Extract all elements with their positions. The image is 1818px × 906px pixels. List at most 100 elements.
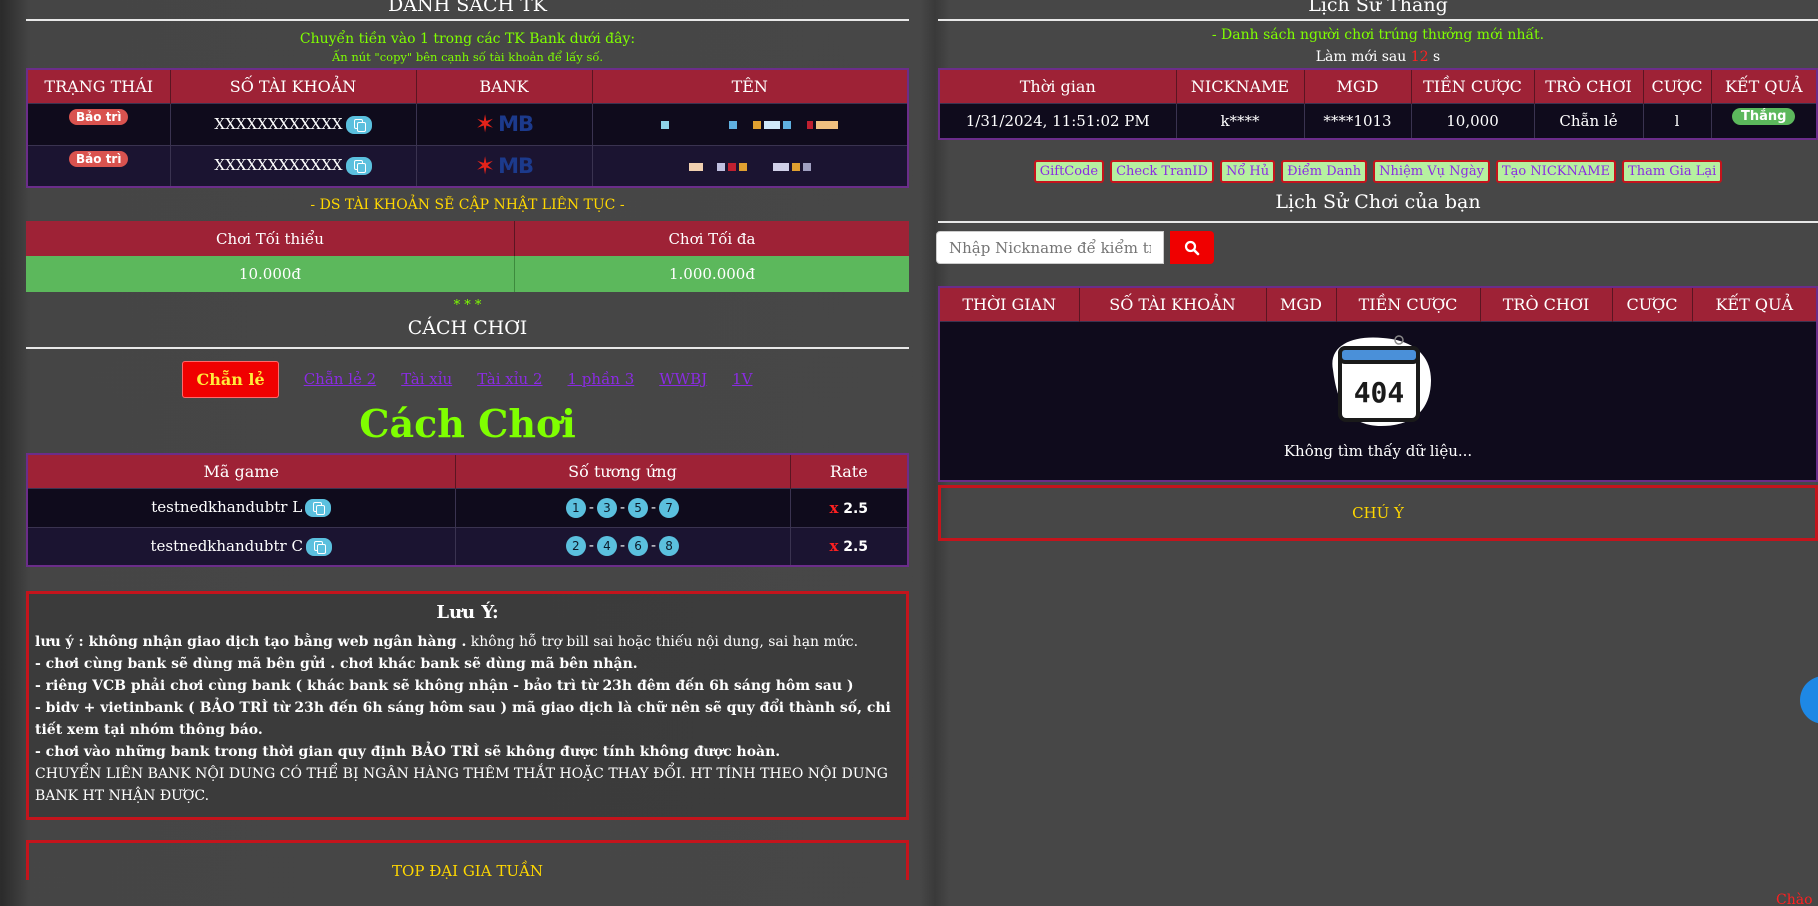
top-title: TOP ĐẠI GIA TUẦN (392, 862, 543, 880)
win-time: 1/31/2024, 11:51:02 PM (939, 102, 1177, 139)
col-account-number: SỐ TÀI KHOẢN (170, 69, 417, 103)
max-bet-value: 1.000.000đ (514, 256, 909, 292)
win-mgd: ****1013 (1304, 102, 1412, 139)
tab-chan-le-2[interactable]: Chẵn lẻ 2 (304, 370, 377, 388)
copy-icon[interactable] (345, 157, 372, 176)
table-row: 1/31/2024, 11:51:02 PM k**** ****1013 10… (939, 102, 1817, 139)
daily-mission-button[interactable]: Nhiệm Vụ Ngày (1373, 160, 1490, 183)
number-ball: 1 (565, 497, 586, 518)
refresh-count: 12 (1410, 49, 1429, 65)
accounts-table: TRẠNG THÁI SỐ TÀI KHOẢN BANK TÊN Bảo trì… (26, 68, 909, 188)
tab-1-phan-3[interactable]: 1 phần 3 (568, 370, 635, 388)
tab-wwbj[interactable]: WWBJ (659, 370, 707, 388)
note-box: Lưu Ý: lưu ý : không nhận giao dịch tạo … (26, 591, 909, 820)
search-button[interactable] (1170, 231, 1214, 264)
action-buttons: GiftCode Check TranID Nổ Hủ Điểm Danh Nhiệm … (938, 160, 1818, 183)
history-title: Lịch Sử Chơi của bạn (1275, 191, 1481, 213)
top-box: TOP ĐẠI GIA TUẦN (26, 840, 909, 880)
rejoin-button[interactable]: Tham Gia Lại (1622, 160, 1723, 183)
create-nickname-button[interactable]: Tạo NICKNAME (1495, 160, 1617, 183)
refresh-timer: Làm mới sau 12 s (1315, 49, 1441, 65)
win-amount: 10,000 (1411, 102, 1535, 139)
number-ball: 5 (628, 497, 649, 518)
svg-text:404: 404 (1354, 376, 1405, 409)
mb-bank-logo: ✶ MB (474, 151, 534, 180)
status-badge: Bảo trì (69, 150, 129, 167)
not-found-404-icon: 404 (1332, 334, 1431, 426)
update-note: - DS TÀI KHOẢN SẼ CẬP NHẬT LIÊN TỤC - (310, 197, 625, 213)
divider (938, 19, 1818, 21)
notice-title: CHÚ Ý (1352, 504, 1404, 522)
number-ball: 4 (596, 536, 617, 557)
right-panel: Lịch Sử Thắng - Danh sách người chơi trú… (936, 0, 1818, 541)
table-row: testnedkhandubtr C 2-4-6-8 x 2.5 (27, 526, 908, 566)
account-name-redacted (661, 121, 839, 129)
col-bet: CƯỢC (1643, 69, 1712, 103)
giftcode-button[interactable]: GiftCode (1033, 160, 1105, 183)
divider (938, 221, 1818, 223)
col-status: TRẠNG THÁI (27, 69, 171, 103)
number-balls: 1-3-5-7 (455, 487, 791, 527)
min-bet-label: Chơi Tối thiểu (26, 221, 515, 256)
note-line: - bidv + vietinbank ( BẢO TRÌ từ 23h đến… (35, 700, 891, 738)
empty-state: 404 Không tìm thấy dữ liệu... (939, 320, 1817, 481)
account-number: XXXXXXXXXXXX (214, 156, 343, 175)
col-result: KẾT QUẢ (1692, 287, 1817, 321)
result-badge: Thắng (1732, 107, 1796, 125)
copy-icon[interactable] (305, 499, 332, 517)
col-mgd: MGD (1304, 69, 1412, 103)
accounts-header-row: TRẠNG THÁI SỐ TÀI KHOẢN BANK TÊN (27, 69, 908, 103)
col-name: TÊN (592, 69, 908, 103)
number-ball: 2 (565, 536, 586, 557)
check-tranid-button[interactable]: Check TranID (1110, 160, 1214, 183)
number-ball: 8 (659, 536, 680, 557)
copy-hint: Ấn nút "copy" bên cạnh số tài khoản để l… (331, 50, 604, 64)
copy-icon[interactable] (345, 115, 372, 134)
table-row: testnedkhandubtr L 1-3-5-7 x 2.5 (27, 487, 908, 527)
game-tabs: Chẵn lẻ Chẵn lẻ 2 Tài xỉu Tài xỉu 2 1 ph… (26, 359, 909, 399)
win-game: Chẵn lẻ (1534, 102, 1644, 139)
tab-tai-xiu-2[interactable]: Tài xỉu 2 (477, 370, 542, 388)
history-table: THỜI GIAN SỐ TÀI KHOẢN MGD TIỀN CƯỢC TRÒ… (938, 286, 1818, 482)
note-title: Lưu Ý: (436, 602, 499, 623)
col-bank: BANK (416, 69, 593, 103)
col-amount: TIỀN CƯỢC (1336, 287, 1481, 321)
howto-big-title: Cách Chơi (359, 401, 576, 446)
number-ball: 6 (628, 536, 649, 557)
limits-table: Chơi Tối thiểu Chơi Tối đa 10.000đ 1.000… (26, 221, 909, 292)
jackpot-button[interactable]: Nổ Hủ (1219, 160, 1276, 183)
note-line: - chơi cùng bank sẽ dùng mã bên gửi . ch… (35, 656, 638, 672)
min-bet-value: 10.000đ (26, 256, 515, 292)
accounts-title: DANH SÁCH TK (388, 0, 547, 16)
chat-bubble-button[interactable] (1800, 676, 1818, 724)
checkin-button[interactable]: Điểm Danh (1281, 160, 1368, 183)
notice-box: CHÚ Ý (938, 485, 1818, 541)
tab-chan-le[interactable]: Chẵn lẻ (182, 360, 279, 398)
number-ball: 3 (596, 497, 617, 518)
search-icon (1184, 240, 1200, 255)
copy-icon[interactable] (305, 537, 332, 556)
game-code: testnedkhandubtr L (151, 498, 303, 516)
tab-1v[interactable]: 1V (732, 370, 752, 388)
rate-x: x (829, 498, 839, 517)
note-line: lưu ý : không nhận giao dịch tạo bằng we… (35, 634, 859, 650)
col-bet: CƯỢC (1612, 287, 1693, 321)
note-line: CHUYỂN LIÊN BANK NỘI DUNG CÓ THỂ BỊ NGÂN… (35, 766, 888, 804)
account-name-redacted (688, 162, 811, 171)
stars-divider: * * * (453, 298, 482, 313)
col-time: Thời gian (939, 69, 1177, 103)
nickname-search-input[interactable] (936, 231, 1164, 264)
account-number: XXXXXXXXXXXX (214, 114, 343, 133)
rate-value: 2.5 (843, 500, 869, 517)
tab-tai-xiu[interactable]: Tài xỉu (401, 370, 452, 388)
col-game: TRÒ CHƠI (1534, 69, 1644, 103)
rate-value: 2.5 (843, 539, 869, 556)
wins-table: Thời gian NICKNAME MGD TIỀN CƯỢC TRÒ CHƠ… (938, 68, 1818, 140)
rate-x: x (829, 537, 839, 556)
game-code: testnedkhandubtr C (150, 536, 303, 555)
win-nickname: k**** (1176, 102, 1305, 139)
col-account-number: SỐ TÀI KHOẢN (1079, 287, 1267, 321)
status-badge: Bảo trì (69, 108, 129, 125)
col-mgd: MGD (1266, 287, 1337, 321)
table-row: Bảo trì XXXXXXXXXXXX ✶ MB (27, 144, 908, 187)
